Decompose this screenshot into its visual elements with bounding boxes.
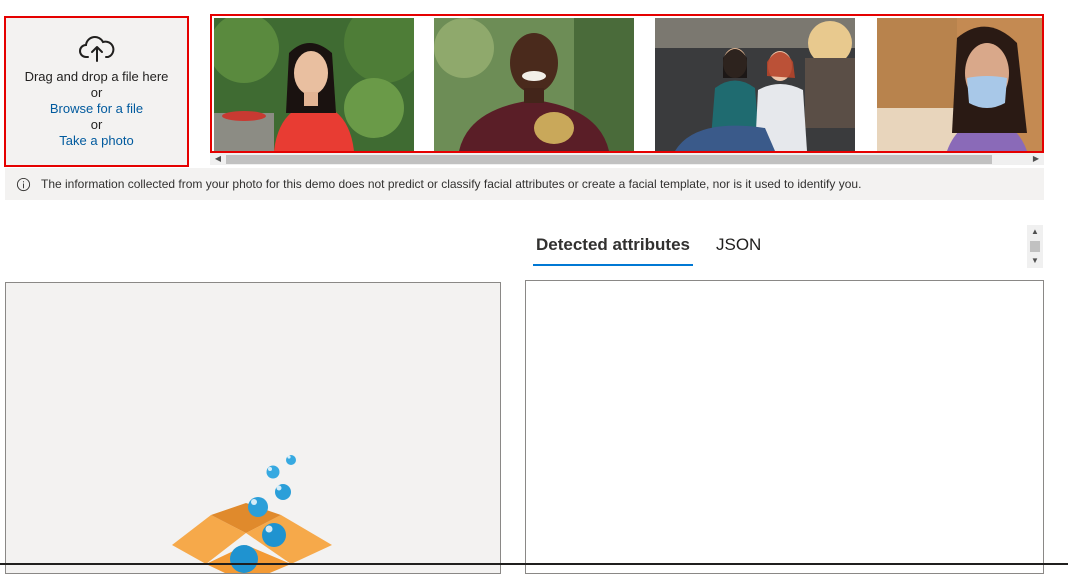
scroll-right-arrow-icon[interactable]: ▶ [1031,154,1041,164]
privacy-notice: The information collected from your phot… [5,168,1044,200]
or-label-2: or [90,116,103,132]
vertical-scrollbar-thumb[interactable] [1030,241,1040,252]
sample-photo-gallery [210,14,1044,153]
scrollbar-thumb[interactable] [226,155,992,164]
cloud-upload-icon [78,35,114,62]
results-vertical-scrollbar[interactable]: ▲ ▼ [1027,225,1043,268]
image-preview-panel [5,282,501,574]
browse-file-link[interactable]: Browse for a file [50,101,143,117]
or-label-1: or [90,84,103,100]
tab-detected-attributes[interactable]: Detected attributes [533,230,693,266]
empty-box-illustration-icon [172,455,332,573]
scroll-left-arrow-icon[interactable]: ◀ [213,154,223,164]
result-tabs: Detected attributes JSON [533,230,764,266]
sample-photo-2[interactable] [434,18,634,151]
gallery-horizontal-scrollbar[interactable]: ◀ ▶ [210,153,1044,165]
take-photo-link[interactable]: Take a photo [59,133,133,149]
sample-photo-4[interactable] [877,18,1042,151]
privacy-notice-text: The information collected from your phot… [41,177,862,191]
scroll-up-arrow-icon[interactable]: ▲ [1027,226,1043,238]
drag-drop-label: Drag and drop a file here [24,68,169,84]
scroll-down-arrow-icon[interactable]: ▼ [1027,255,1043,267]
detected-attributes-panel [525,280,1044,574]
tab-json[interactable]: JSON [713,230,764,264]
sample-photo-3[interactable] [655,18,855,151]
info-icon [16,177,31,191]
upload-dropzone[interactable]: Drag and drop a file here or Browse for … [4,16,189,167]
sample-photo-1[interactable] [214,18,414,151]
